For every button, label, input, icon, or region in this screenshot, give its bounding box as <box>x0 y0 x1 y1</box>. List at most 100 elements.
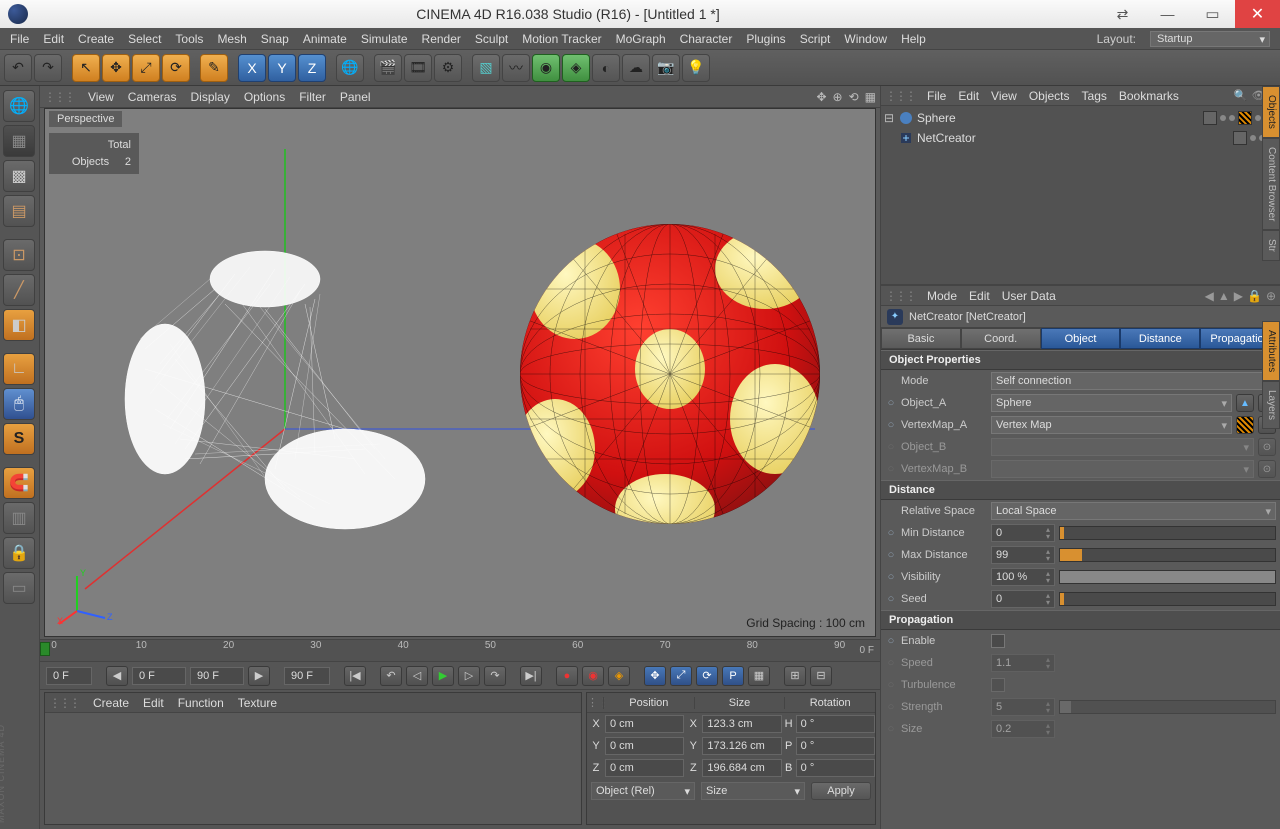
pos-y[interactable] <box>605 737 684 755</box>
make-editable[interactable]: 🌐 <box>3 90 35 122</box>
frame-end[interactable]: 90 F <box>284 667 330 685</box>
vis-dot3[interactable] <box>1255 115 1261 121</box>
render-settings[interactable]: ⚙ <box>434 54 462 82</box>
coord-apply-button[interactable]: Apply <box>811 782 871 800</box>
layer-tag[interactable] <box>1233 131 1247 145</box>
select-tool[interactable]: ↖ <box>72 54 100 82</box>
rot-b[interactable] <box>796 759 875 777</box>
key-pos[interactable]: ✥ <box>644 666 666 686</box>
key-param[interactable]: P <box>722 666 744 686</box>
magnet-tool[interactable]: 🧲 <box>3 467 35 499</box>
restore-button[interactable]: ▭ <box>1190 0 1235 28</box>
anim-mode1[interactable]: ⊞ <box>784 666 806 686</box>
om-menu-file[interactable]: File <box>927 89 946 103</box>
maxdist-field[interactable]: 99▴▾ <box>991 546 1055 564</box>
am-menu-mode[interactable]: Mode <box>927 289 957 303</box>
menu-tools[interactable]: Tools <box>175 32 203 46</box>
menu-edit[interactable]: Edit <box>43 32 64 46</box>
mat-menu-texture[interactable]: Texture <box>238 696 277 710</box>
menu-mograph[interactable]: MoGraph <box>616 32 666 46</box>
vp-orbit-icon[interactable]: ⟲ <box>849 90 859 104</box>
key-rot[interactable]: ⟳ <box>696 666 718 686</box>
am-menu-edit[interactable]: Edit <box>969 289 990 303</box>
om-menu-edit[interactable]: Edit <box>958 89 979 103</box>
key-scale[interactable]: ⤢ <box>670 666 692 686</box>
pick-icon[interactable]: ▲ <box>1236 394 1254 412</box>
menu-sculpt[interactable]: Sculpt <box>475 32 508 46</box>
object-row-netcreator[interactable]: NetCreator ✓ <box>883 128 1278 148</box>
vp-menu-view[interactable]: View <box>88 90 114 104</box>
material-list[interactable] <box>45 713 581 824</box>
lock-workplane[interactable]: 🔒 <box>3 537 35 569</box>
edges-mode[interactable]: ╱ <box>3 274 35 306</box>
edge-tab-content-browser[interactable]: Content Browser <box>1262 138 1280 230</box>
tab-distance[interactable]: Distance <box>1120 328 1200 349</box>
grip-icon[interactable]: ⋮⋮⋮ <box>885 89 915 103</box>
lock-icon[interactable]: 🔒 <box>1247 289 1262 303</box>
redo-button[interactable]: ↷ <box>34 54 62 82</box>
menu-help[interactable]: Help <box>901 32 926 46</box>
move-tool[interactable]: ✥ <box>102 54 130 82</box>
polygons-mode[interactable]: ◧ <box>3 309 35 341</box>
add-camera[interactable]: 📷 <box>652 54 680 82</box>
am-menu-userdata[interactable]: User Data <box>1002 289 1056 303</box>
keyframe-button[interactable]: ◈ <box>608 666 630 686</box>
play-button[interactable]: ▶ <box>432 666 454 686</box>
texture-mode[interactable]: ▩ <box>3 160 35 192</box>
vp-menu-display[interactable]: Display <box>190 90 229 104</box>
next-frame[interactable]: ▷ <box>458 666 480 686</box>
menu-character[interactable]: Character <box>680 32 733 46</box>
mindist-slider[interactable] <box>1059 526 1276 540</box>
menu-animate[interactable]: Animate <box>303 32 347 46</box>
mat-menu-edit[interactable]: Edit <box>143 696 164 710</box>
mode-select[interactable]: Self connection <box>991 372 1276 390</box>
menu-create[interactable]: Create <box>78 32 114 46</box>
vertexmap-a-field[interactable]: Vertex Map <box>991 416 1232 434</box>
axis-mode[interactable]: ∟ <box>3 353 35 385</box>
mindist-field[interactable]: 0▴▾ <box>991 524 1055 542</box>
coord-mode-select[interactable]: Object (Rel) <box>591 782 695 800</box>
vp-zoom-icon[interactable]: ⊕ <box>833 90 843 104</box>
menu-simulate[interactable]: Simulate <box>361 32 408 46</box>
vis-dot1[interactable] <box>1250 135 1256 141</box>
vertexmap-tag[interactable] <box>1238 111 1252 125</box>
tab-coord[interactable]: Coord. <box>961 328 1041 349</box>
viewport[interactable]: Perspective Total Objects 2 <box>44 108 876 637</box>
vmap-icon[interactable] <box>1236 416 1254 434</box>
workplane-mode[interactable]: ▤ <box>3 195 35 227</box>
menu-file[interactable]: File <box>10 32 29 46</box>
enable-checkbox[interactable] <box>991 634 1005 648</box>
rotate-tool[interactable]: ⟳ <box>162 54 190 82</box>
model-mode[interactable]: ▦ <box>3 125 35 157</box>
add-light[interactable]: 💡 <box>682 54 710 82</box>
edge-tab-attributes[interactable]: Attributes <box>1262 321 1280 381</box>
goto-end[interactable]: ▶| <box>520 666 542 686</box>
maxdist-slider[interactable] <box>1059 548 1276 562</box>
tab-basic[interactable]: Basic <box>881 328 961 349</box>
key-pla[interactable]: ▦ <box>748 666 770 686</box>
timeline[interactable]: 0 10 20 30 40 50 60 70 80 90 0 F <box>40 639 880 661</box>
frame-current[interactable]: 0 F <box>46 667 92 685</box>
add-primitive[interactable]: ▧ <box>472 54 500 82</box>
vis-dot1[interactable] <box>1220 115 1226 121</box>
visibility-field[interactable]: 100 %▴▾ <box>991 568 1055 586</box>
vp-menu-cameras[interactable]: Cameras <box>128 90 177 104</box>
vp-menu-options[interactable]: Options <box>244 90 285 104</box>
grip-icon[interactable]: ⋮⋮⋮ <box>44 90 74 104</box>
next-key[interactable]: ↷ <box>484 666 506 686</box>
nav-up-icon[interactable]: ▲ <box>1218 289 1230 303</box>
axis-z-toggle[interactable]: Z <box>298 54 326 82</box>
search-icon[interactable]: 🔍 <box>1234 89 1248 102</box>
nav-fwd-icon[interactable]: ▶ <box>1234 289 1243 303</box>
edge-tab-layers[interactable]: Layers <box>1262 381 1280 429</box>
anim-mode2[interactable]: ⊟ <box>810 666 832 686</box>
coord-size-select[interactable]: Size <box>701 782 805 800</box>
rot-p[interactable] <box>796 737 875 755</box>
recent-tool[interactable]: ✎ <box>200 54 228 82</box>
timeline-ruler[interactable]: 0 10 20 30 40 50 60 70 80 90 <box>54 640 848 661</box>
record-button[interactable]: ● <box>556 666 578 686</box>
pos-x[interactable] <box>605 715 684 733</box>
render-view[interactable]: 🎬 <box>374 54 402 82</box>
range-start-icon[interactable]: ◀ <box>106 666 128 686</box>
menu-window[interactable]: Window <box>844 32 887 46</box>
